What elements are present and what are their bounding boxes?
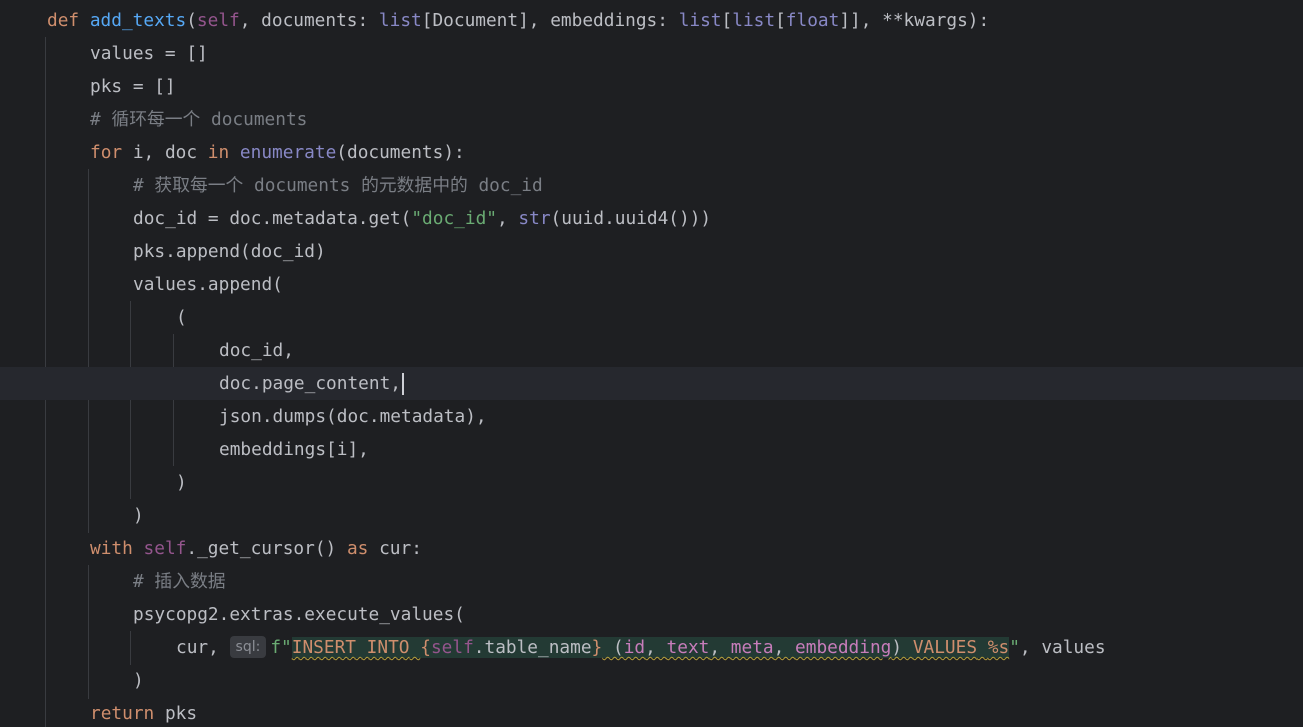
- text-cursor: [402, 373, 404, 395]
- builtin: list: [732, 10, 776, 31]
- string-literal: ": [1009, 637, 1020, 658]
- builtin: float: [785, 10, 840, 31]
- code-text: ,: [709, 637, 731, 658]
- code-text: [: [775, 10, 786, 31]
- code-text: , values: [1019, 637, 1106, 658]
- comment: # 循环每一个 documents: [90, 109, 308, 130]
- sql-column: embedding: [795, 637, 892, 658]
- sql-keyword: VALUES: [912, 637, 978, 658]
- sql-column: id: [623, 637, 646, 658]
- code-editor[interactable]: def add_texts(self, documents: list[Docu…: [0, 0, 1303, 727]
- code-text: (documents):: [336, 142, 465, 163]
- code-line[interactable]: def add_texts(self, documents: list[Docu…: [0, 4, 1303, 37]
- code-text: ): [133, 670, 144, 691]
- code-line[interactable]: doc_id = doc.metadata.get("doc_id", str(…: [0, 202, 1303, 235]
- format-placeholder: %s: [987, 637, 1010, 658]
- code-text: ): [176, 472, 187, 493]
- format-brace: }: [591, 637, 603, 658]
- code-line[interactable]: pks = []: [0, 70, 1303, 103]
- code-text: ): [133, 505, 144, 526]
- code-line[interactable]: pks.append(doc_id): [0, 235, 1303, 268]
- format-brace: {: [420, 637, 431, 658]
- code-text: doc_id,: [219, 340, 294, 361]
- code-line[interactable]: cur, sql: f"INSERT INTO {self.table_name}…: [0, 631, 1303, 664]
- code-text: ._get_cursor(): [186, 538, 347, 559]
- self-keyword: self: [196, 10, 240, 31]
- code-line[interactable]: with self._get_cursor() as cur:: [0, 532, 1303, 565]
- code-line[interactable]: psycopg2.extras.execute_values(: [0, 598, 1303, 631]
- code-text: doc.page_content,: [219, 373, 401, 394]
- code-line[interactable]: # 插入数据: [0, 565, 1303, 598]
- code-text: (uuid.uuid4())): [550, 208, 712, 229]
- code-text: ]], **kwargs):: [839, 10, 990, 31]
- code-text: psycopg2.extras.execute_values(: [133, 604, 465, 625]
- code-line[interactable]: doc_id,: [0, 334, 1303, 367]
- code-text: [Document], embeddings:: [421, 10, 679, 31]
- code-text: cur,: [176, 637, 230, 658]
- current-code-line[interactable]: doc.page_content,: [0, 367, 1303, 400]
- code-line[interactable]: values.append(: [0, 268, 1303, 301]
- builtin: list: [678, 10, 722, 31]
- code-line[interactable]: return pks: [0, 697, 1303, 727]
- code-text: i, doc: [122, 142, 208, 163]
- code-line[interactable]: ): [0, 664, 1303, 697]
- code-line[interactable]: json.dumps(doc.metadata),: [0, 400, 1303, 433]
- builtin: enumerate: [239, 142, 337, 163]
- code-line[interactable]: for i, doc in enumerate(documents):: [0, 136, 1303, 169]
- self-keyword: self: [143, 538, 187, 559]
- code-text: ,: [645, 637, 667, 658]
- keyword: return: [90, 703, 155, 724]
- code-text: , documents:: [239, 10, 379, 31]
- string-literal: "doc_id": [411, 208, 497, 229]
- code-text: (: [186, 10, 197, 31]
- self-keyword: self: [430, 637, 474, 658]
- code-text: pks.append(doc_id): [133, 241, 326, 262]
- function-name: add_texts: [89, 10, 187, 31]
- code-text: (: [176, 307, 187, 328]
- code-text: ,: [773, 637, 796, 658]
- code-text: cur:: [368, 538, 422, 559]
- code-text: json.dumps(doc.metadata),: [219, 406, 487, 427]
- code-text: values = []: [90, 43, 208, 64]
- keyword: in: [207, 142, 230, 163]
- code-line[interactable]: embeddings[i],: [0, 433, 1303, 466]
- code-text: .table_name: [473, 637, 592, 658]
- sql-column: text: [666, 637, 710, 658]
- code-line[interactable]: # 循环每一个 documents: [0, 103, 1303, 136]
- keyword: as: [346, 538, 369, 559]
- code-text: pks: [154, 703, 198, 724]
- builtin: str: [518, 208, 551, 229]
- code-text: doc_id = doc.metadata.get(: [133, 208, 412, 229]
- code-text: ): [891, 637, 913, 658]
- code-text: ,: [497, 208, 519, 229]
- keyword: def: [47, 10, 80, 31]
- sql-column: meta: [730, 637, 774, 658]
- code-text: values.append(: [133, 274, 283, 295]
- code-text: (: [602, 637, 624, 658]
- comment: # 插入数据: [133, 571, 226, 592]
- code-text: pks = []: [90, 76, 176, 97]
- code-line[interactable]: ): [0, 466, 1303, 499]
- code-line[interactable]: ): [0, 499, 1303, 532]
- language-injection-hint[interactable]: sql:: [229, 636, 267, 658]
- code-line[interactable]: # 获取每一个 documents 的元数据中的 doc_id: [0, 169, 1303, 202]
- comment: # 获取每一个 documents 的元数据中的 doc_id: [133, 175, 543, 196]
- code-line[interactable]: values = []: [0, 37, 1303, 70]
- sql-keyword: INSERT INTO: [291, 637, 410, 658]
- builtin: list: [378, 10, 422, 31]
- keyword: for: [90, 142, 123, 163]
- code-text: embeddings[i],: [219, 439, 369, 460]
- code-text: [: [721, 10, 733, 31]
- sql-injection-region: INSERT INTO {self.table_name} (id, text,…: [291, 637, 1010, 658]
- keyword: with: [90, 538, 133, 559]
- code-line[interactable]: (: [0, 301, 1303, 334]
- string-literal: f": [270, 637, 292, 658]
